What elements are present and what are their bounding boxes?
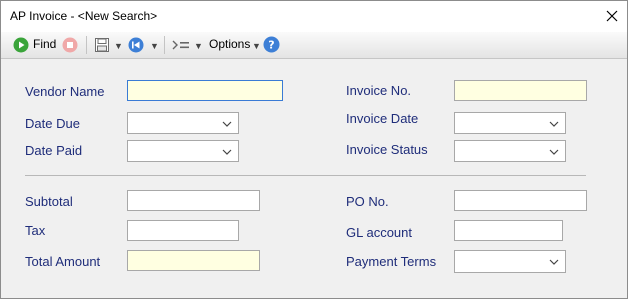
tax-label: Tax [25, 223, 46, 238]
save-button[interactable]: ▼ [94, 36, 123, 54]
invoice-date-dropdown[interactable] [454, 112, 566, 134]
rewind-icon [128, 37, 144, 53]
filter-icon [172, 40, 189, 50]
close-icon [606, 10, 618, 22]
section-divider [25, 175, 586, 176]
date-paid-label: Date Paid [25, 143, 83, 158]
toolbar-separator [164, 36, 165, 54]
gl-account-field[interactable] [454, 220, 563, 241]
save-icon [95, 38, 109, 52]
options-menu[interactable]: Options ▼ [209, 36, 261, 54]
total-amount-label: Total Amount [25, 254, 101, 269]
vendor-name-input[interactable] [128, 81, 282, 100]
find-button[interactable]: Find [13, 36, 57, 54]
chevron-down-icon [549, 149, 559, 155]
ap-invoice-window: AP Invoice - <New Search> Find ▼ ▼ ▼ Opt… [0, 0, 628, 299]
invoice-no-input[interactable] [455, 81, 586, 100]
stop-icon [62, 37, 78, 53]
find-label: Find [33, 37, 57, 51]
invoice-no-field[interactable] [454, 80, 587, 101]
chevron-down-icon [222, 121, 232, 127]
tax-field[interactable] [127, 220, 239, 241]
vendor-name-field[interactable] [127, 80, 283, 101]
chevron-down-icon: ▼ [150, 41, 159, 51]
total-amount-field[interactable] [127, 250, 260, 271]
chevron-down-icon: ▼ [194, 41, 203, 51]
date-paid-dropdown[interactable] [127, 140, 239, 162]
chevron-down-icon [549, 259, 559, 265]
invoice-status-label: Invoice Status [346, 142, 428, 157]
options-label: Options [209, 37, 251, 51]
help-button[interactable]: ? [263, 36, 281, 54]
stop-button[interactable] [62, 36, 78, 54]
total-amount-input[interactable] [128, 251, 259, 270]
payment-terms-label: Payment Terms [346, 254, 437, 269]
filter-button[interactable]: ▼ [172, 36, 203, 54]
gl-account-input[interactable] [455, 221, 562, 240]
invoice-date-label: Invoice Date [346, 111, 419, 126]
payment-terms-dropdown[interactable] [454, 250, 566, 273]
play-icon [13, 37, 29, 53]
toolbar-separator [86, 36, 87, 54]
tax-input[interactable] [128, 221, 238, 240]
po-no-field[interactable] [454, 190, 587, 211]
po-no-input[interactable] [455, 191, 586, 210]
title-bar: AP Invoice - <New Search> [1, 1, 627, 32]
help-icon: ? [263, 36, 280, 53]
subtotal-input[interactable] [128, 191, 259, 210]
chevron-down-icon: ▼ [252, 41, 261, 51]
close-button[interactable] [597, 1, 627, 32]
svg-text:?: ? [268, 39, 274, 52]
date-due-dropdown[interactable] [127, 112, 239, 134]
subtotal-field[interactable] [127, 190, 260, 211]
invoice-no-label: Invoice No. [346, 83, 412, 98]
date-due-label: Date Due [25, 116, 80, 131]
window-title: AP Invoice - <New Search> [10, 9, 158, 23]
vendor-name-label: Vendor Name [25, 84, 105, 99]
chevron-down-icon [549, 121, 559, 127]
chevron-down-icon [222, 149, 232, 155]
gl-account-label: GL account [346, 225, 413, 240]
invoice-status-dropdown[interactable] [454, 140, 566, 162]
po-no-label: PO No. [346, 194, 389, 209]
chevron-down-icon: ▼ [114, 41, 123, 51]
back-button[interactable]: ▼ [128, 36, 159, 54]
subtotal-label: Subtotal [25, 194, 73, 209]
toolbar: Find ▼ ▼ ▼ Options ▼ ? [1, 32, 627, 59]
